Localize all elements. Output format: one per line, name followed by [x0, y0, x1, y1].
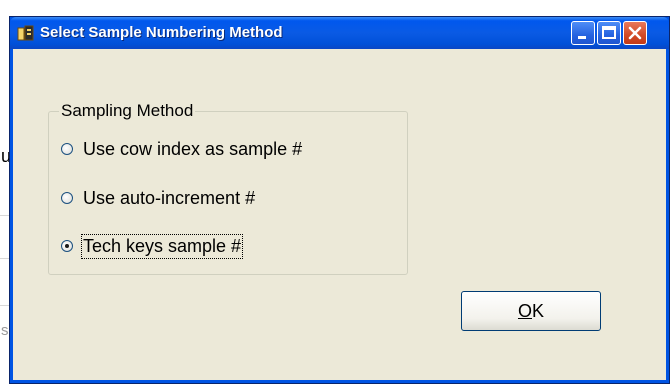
- close-button[interactable]: [623, 21, 647, 45]
- ok-button[interactable]: OK: [461, 291, 601, 331]
- radio-tech-keys[interactable]: [61, 240, 73, 252]
- close-icon: [628, 26, 642, 40]
- group-label: Sampling Method: [59, 101, 196, 121]
- background-divider: [0, 215, 9, 216]
- minimize-icon: [578, 36, 586, 39]
- app-icon[interactable]: [17, 25, 35, 41]
- ok-mnemonic: O: [517, 300, 532, 321]
- sampling-method-group: Sampling Method Use cow index as sample …: [48, 101, 408, 275]
- option-tech-keys[interactable]: Tech keys sample #: [61, 233, 244, 259]
- background-divider: [0, 305, 9, 306]
- option-label: Use auto-increment #: [83, 187, 256, 208]
- option-label: Use cow index as sample #: [83, 138, 303, 159]
- ok-label-rest: K: [532, 300, 545, 321]
- title-bar[interactable]: Select Sample Numbering Method: [10, 17, 669, 49]
- window-title: Select Sample Numbering Method: [40, 24, 283, 41]
- background-text: s: [1, 322, 9, 339]
- dialog-window: Select Sample Numbering Method Sampling …: [9, 16, 670, 384]
- option-label: Tech keys sample #: [80, 233, 244, 259]
- background-divider: [0, 258, 9, 259]
- maximize-icon: [602, 26, 616, 39]
- minimize-button[interactable]: [571, 21, 595, 45]
- option-auto-increment[interactable]: Use auto-increment #: [61, 186, 255, 210]
- radio-cow-index[interactable]: [61, 143, 73, 155]
- dialog-client-area: Sampling Method Use cow index as sample …: [14, 49, 665, 379]
- option-cow-index[interactable]: Use cow index as sample #: [61, 137, 302, 161]
- radio-auto-increment[interactable]: [61, 192, 73, 204]
- maximize-button[interactable]: [597, 21, 621, 45]
